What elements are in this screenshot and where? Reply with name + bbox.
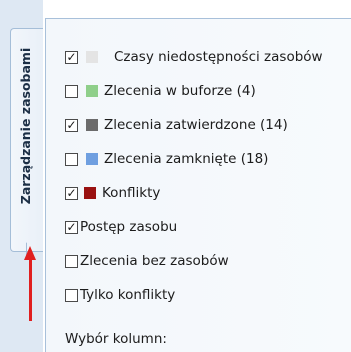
checkbox-closed-orders[interactable] — [65, 152, 78, 166]
option-approved-orders[interactable]: ✓ Zlecenia zatwierdzone (14) — [65, 108, 350, 142]
blue-swatch-icon — [86, 153, 98, 165]
option-unavailability-times[interactable]: ✓ Czasy niedostępności zasobów — [65, 40, 350, 74]
column-selection-label: Wybór kolumn: — [65, 331, 167, 347]
option-only-conflicts[interactable]: Tylko konflikty — [65, 278, 350, 312]
display-options-list: ✓ Czasy niedostępności zasobów Zlecenia … — [65, 40, 350, 312]
option-buffered-orders[interactable]: Zlecenia w buforze (4) — [65, 74, 350, 108]
options-panel: ✓ Czasy niedostępności zasobów Zlecenia … — [45, 18, 351, 352]
resource-management-panel: Zarządzanie zasobami ✓ Czasy niedostępno… — [0, 0, 351, 352]
option-label: Zlecenia zamknięte (18) — [104, 151, 269, 167]
option-label: Zlecenia zatwierdzone (14) — [104, 117, 288, 133]
checkbox-only-conflicts[interactable] — [65, 288, 78, 302]
option-conflicts[interactable]: ✓ Konflikty — [65, 176, 350, 210]
option-label: Czasy niedostępności zasobów — [114, 49, 323, 65]
option-label: Postęp zasobu — [80, 219, 178, 235]
green-swatch-icon — [86, 85, 98, 97]
option-resource-progress[interactable]: ✓ Postęp zasobu — [65, 210, 350, 244]
checkbox-unavailability-times[interactable]: ✓ — [65, 50, 78, 64]
option-orders-without-resources[interactable]: Zlecenia bez zasobów — [65, 244, 350, 278]
tab-resource-management-label: Zarządzanie zasobami — [18, 47, 33, 205]
gray-swatch-icon — [86, 51, 98, 63]
option-label: Zlecenia bez zasobów — [80, 253, 229, 269]
option-label: Zlecenia w buforze (4) — [104, 83, 256, 99]
option-label: Konflikty — [102, 185, 161, 201]
dark-gray-swatch-icon — [86, 119, 98, 131]
option-closed-orders[interactable]: Zlecenia zamknięte (18) — [65, 142, 350, 176]
dark-red-swatch-icon — [84, 187, 96, 199]
checkbox-approved-orders[interactable]: ✓ — [65, 118, 78, 132]
checkbox-orders-without-resources[interactable] — [65, 254, 78, 268]
red-arrow-icon — [29, 258, 32, 321]
option-label: Tylko konflikty — [80, 287, 176, 303]
checkbox-conflicts[interactable]: ✓ — [65, 186, 78, 200]
checkbox-resource-progress[interactable]: ✓ — [65, 220, 78, 234]
checkbox-buffered-orders[interactable] — [65, 84, 78, 98]
